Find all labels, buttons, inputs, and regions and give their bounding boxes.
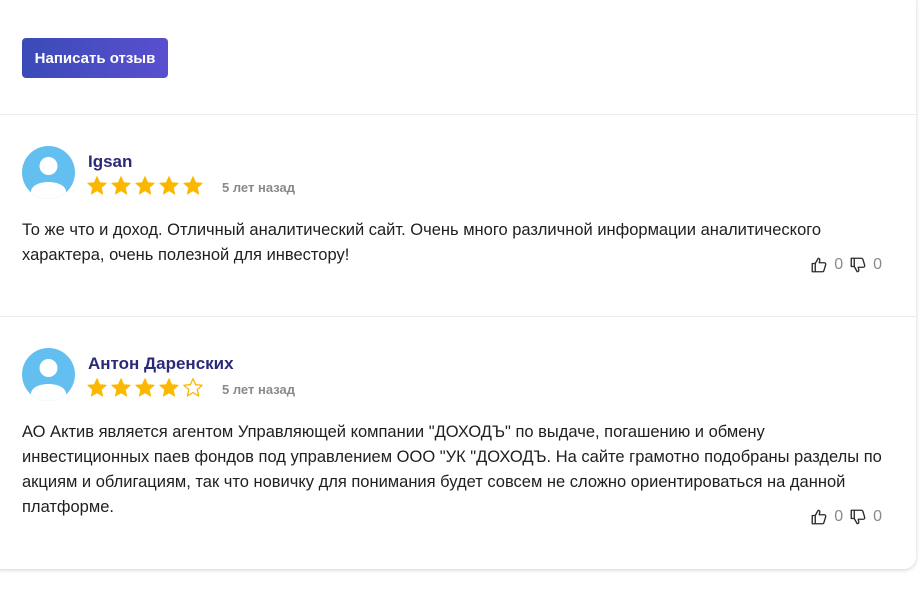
like-count: 0 [834,508,844,525]
divider [0,114,916,115]
review-votes: 0 0 [810,256,882,274]
star-empty-icon [183,378,203,397]
write-review-button[interactable]: Написать отзыв [22,38,168,78]
rating-stars [86,175,204,197]
star-filled-icon [159,176,179,195]
dislike-count: 0 [873,256,882,273]
thumbs-down-icon [850,509,866,525]
review-author[interactable]: Антон Даренских [88,354,234,374]
star-filled-icon [159,378,179,397]
divider [0,316,916,317]
thumbs-up-icon [811,257,827,273]
star-filled-icon [87,378,107,397]
dislike-button[interactable]: 0 [849,508,882,526]
like-button[interactable]: 0 [810,256,843,274]
star-filled-icon [135,378,155,397]
reviews-card: Написать отзыв Igsan 5 лет назад То же ч… [0,0,916,569]
star-filled-icon [111,176,131,195]
avatar[interactable] [22,348,75,401]
rating-stars [86,377,204,399]
review-item: Антон Даренских 5 лет назад АО Актив явл… [22,348,892,548]
thumbs-down-icon [850,257,866,273]
review-author[interactable]: Igsan [88,152,132,172]
review-date: 5 лет назад [222,180,295,195]
review-text: АО Актив является агентом Управляющей ко… [22,423,882,516]
user-silhouette-icon [31,359,66,401]
dislike-button[interactable]: 0 [849,256,882,274]
review-item: Igsan 5 лет назад То же что и доход. Отл… [22,146,892,296]
star-filled-icon [183,176,203,195]
like-button[interactable]: 0 [810,508,843,526]
review-text: То же что и доход. Отличный аналитически… [22,221,822,264]
like-count: 0 [834,256,844,273]
review-votes: 0 0 [810,508,882,526]
thumbs-up-icon [811,509,827,525]
star-filled-icon [135,176,155,195]
star-filled-icon [111,378,131,397]
star-filled-icon [87,176,107,195]
user-silhouette-icon [31,157,66,199]
review-date: 5 лет назад [222,382,295,397]
dislike-count: 0 [873,508,882,525]
avatar[interactable] [22,146,75,199]
